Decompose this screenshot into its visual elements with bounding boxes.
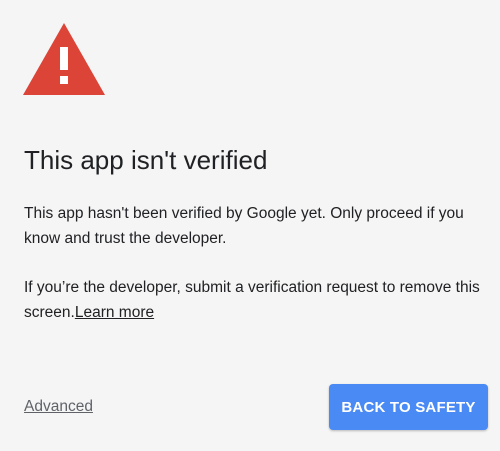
developer-message: If you’re the developer, submit a verifi… [24,275,484,325]
warning-triangle-icon [23,23,105,95]
page-title: This app isn't verified [24,145,268,175]
learn-more-link[interactable]: Learn more [75,304,154,321]
unverified-message: This app hasn't been verified by Google … [24,205,464,247]
advanced-link[interactable]: Advanced [24,395,93,419]
exclamation-dot [60,76,68,84]
warning-triangle-graphic [23,23,105,95]
exclamation-bar [60,47,68,70]
back-to-safety-button[interactable]: BACK TO SAFETY [329,384,488,430]
